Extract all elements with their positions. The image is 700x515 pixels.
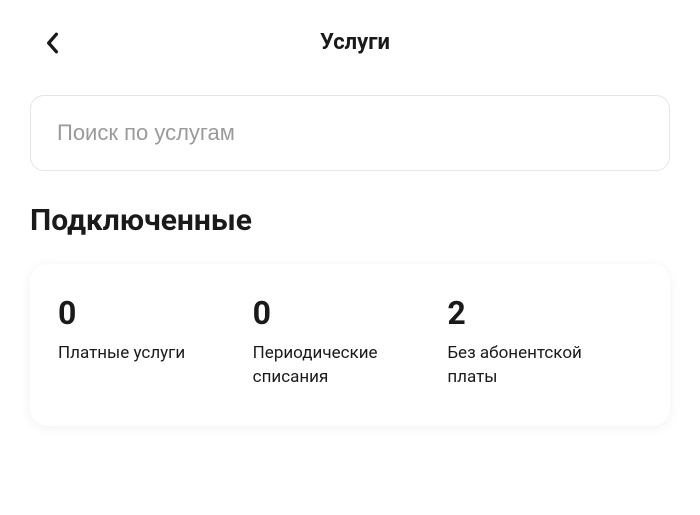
section-title-connected: Подключенные bbox=[30, 203, 670, 238]
stats-card[interactable]: 0 Платные услуги 0 Периодические списани… bbox=[30, 264, 670, 426]
stat-item-no-fee: 2 Без абонентской платы bbox=[447, 294, 642, 390]
stat-number: 0 bbox=[253, 294, 438, 332]
header: Услуги bbox=[0, 0, 700, 75]
stat-label: Без абонентской платы bbox=[447, 342, 632, 390]
back-button[interactable] bbox=[40, 31, 64, 55]
stat-number: 2 bbox=[447, 294, 632, 332]
stat-number: 0 bbox=[58, 294, 243, 332]
chevron-left-icon bbox=[45, 32, 59, 54]
page-title: Услуги bbox=[40, 30, 670, 55]
stat-label: Платные услуги bbox=[58, 342, 243, 366]
stat-label: Периодические списания bbox=[253, 342, 438, 390]
stat-item-periodic: 0 Периодические списания bbox=[253, 294, 448, 390]
content: Подключенные 0 Платные услуги 0 Периодич… bbox=[0, 75, 700, 426]
stat-item-paid: 0 Платные услуги bbox=[58, 294, 253, 390]
search-input[interactable] bbox=[30, 95, 670, 171]
